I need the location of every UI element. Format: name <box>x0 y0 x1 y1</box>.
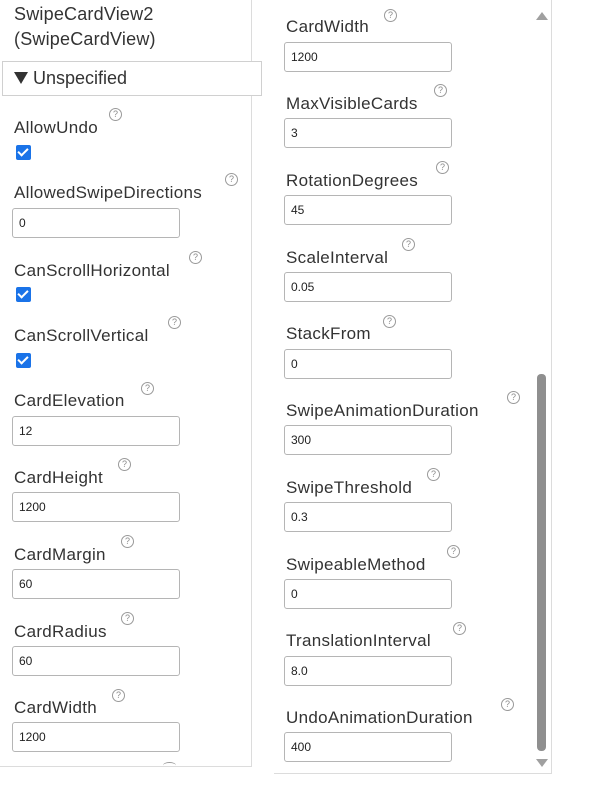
help-icon[interactable]: ? <box>383 315 396 328</box>
property-label: RotationDegrees <box>286 171 419 190</box>
scrollbar-thumb[interactable] <box>537 374 546 751</box>
help-icon[interactable]: ? <box>507 391 520 404</box>
help-icon[interactable]: ? <box>121 535 134 548</box>
cardwidth-input[interactable]: 1200 <box>12 722 180 752</box>
translationinterval-input[interactable]: 8.0 <box>284 656 452 686</box>
component-title: SwipeCardView2 (SwipeCardView) <box>14 2 244 52</box>
cardelevation-input[interactable]: 12 <box>12 416 180 446</box>
property-label: CanScrollVertical <box>14 326 149 345</box>
swipethreshold-input[interactable]: 0.3 <box>284 502 452 532</box>
help-icon[interactable]: ? <box>112 689 125 702</box>
property-label: CanScrollHorizontal <box>14 261 170 280</box>
help-icon[interactable]: ? <box>225 173 238 186</box>
property-label: SwipeableMethod <box>286 555 426 574</box>
help-icon[interactable]: ? <box>109 108 122 121</box>
property-label: TranslationInterval <box>286 631 431 650</box>
property-label: CardWidth <box>286 17 370 36</box>
triangle-down-icon <box>14 72 28 84</box>
scrollbar[interactable] <box>534 8 548 772</box>
help-icon[interactable]: ? <box>121 612 134 625</box>
swipeablemethod-input[interactable]: 0 <box>284 579 452 609</box>
property-label: CardElevation <box>14 391 125 410</box>
property-label: AllowUndo <box>14 118 98 137</box>
help-icon[interactable]: ? <box>447 545 460 558</box>
swipeanimationduration-input[interactable]: 300 <box>284 425 452 455</box>
cardradius-input[interactable]: 60 <box>12 646 180 676</box>
cardheight-input[interactable]: 1200 <box>12 492 180 522</box>
property-label: SwipeAnimationDuration <box>286 401 479 420</box>
help-icon[interactable]: ? <box>427 468 440 481</box>
property-label: CardHeight <box>14 468 103 487</box>
property-label: UndoAnimationDuration <box>286 708 473 727</box>
help-icon[interactable]: ? <box>501 698 514 711</box>
property-label: ScaleInterval <box>286 248 389 267</box>
canscrollvertical-checkbox[interactable] <box>16 353 31 368</box>
canscrollhorizontal-checkbox[interactable] <box>16 287 31 302</box>
help-icon-partial <box>163 762 176 769</box>
cardwidth-right-input[interactable]: 1200 <box>284 42 452 72</box>
group-label: Unspecified <box>33 68 128 88</box>
allowundo-checkbox[interactable] <box>16 145 31 160</box>
allowedswipedirections-input[interactable]: 0 <box>12 208 180 238</box>
help-icon[interactable]: ? <box>189 251 202 264</box>
help-icon[interactable]: ? <box>402 238 415 251</box>
property-label: SwipeThreshold <box>286 478 413 497</box>
scroll-up-arrow-icon[interactable] <box>536 12 548 20</box>
cardmargin-input[interactable]: 60 <box>12 569 180 599</box>
property-label: CardMargin <box>14 545 106 564</box>
property-label: CardRadius <box>14 622 107 641</box>
scroll-down-arrow-icon[interactable] <box>536 759 548 767</box>
stackfrom-input[interactable]: 0 <box>284 349 452 379</box>
help-icon[interactable]: ? <box>168 316 181 329</box>
component-type: (SwipeCardView) <box>14 29 156 49</box>
help-icon[interactable]: ? <box>453 622 466 635</box>
group-header-unspecified[interactable]: Unspecified <box>2 61 262 96</box>
component-name: SwipeCardView2 <box>14 4 154 24</box>
help-icon[interactable]: ? <box>118 458 131 471</box>
scaleinterval-input[interactable]: 0.05 <box>284 272 452 302</box>
property-label: AllowedSwipeDirections <box>14 183 203 202</box>
help-icon[interactable]: ? <box>384 9 397 22</box>
help-icon[interactable]: ? <box>141 382 154 395</box>
property-label: CardWidth <box>14 698 98 717</box>
help-icon[interactable]: ? <box>434 84 447 97</box>
property-label: MaxVisibleCards <box>286 94 418 113</box>
property-label: StackFrom <box>286 324 371 343</box>
undoanimationduration-input[interactable]: 400 <box>284 732 452 762</box>
rotationdegrees-input[interactable]: 45 <box>284 195 452 225</box>
maxvisiblecards-input[interactable]: 3 <box>284 118 452 148</box>
help-icon[interactable]: ? <box>436 161 449 174</box>
